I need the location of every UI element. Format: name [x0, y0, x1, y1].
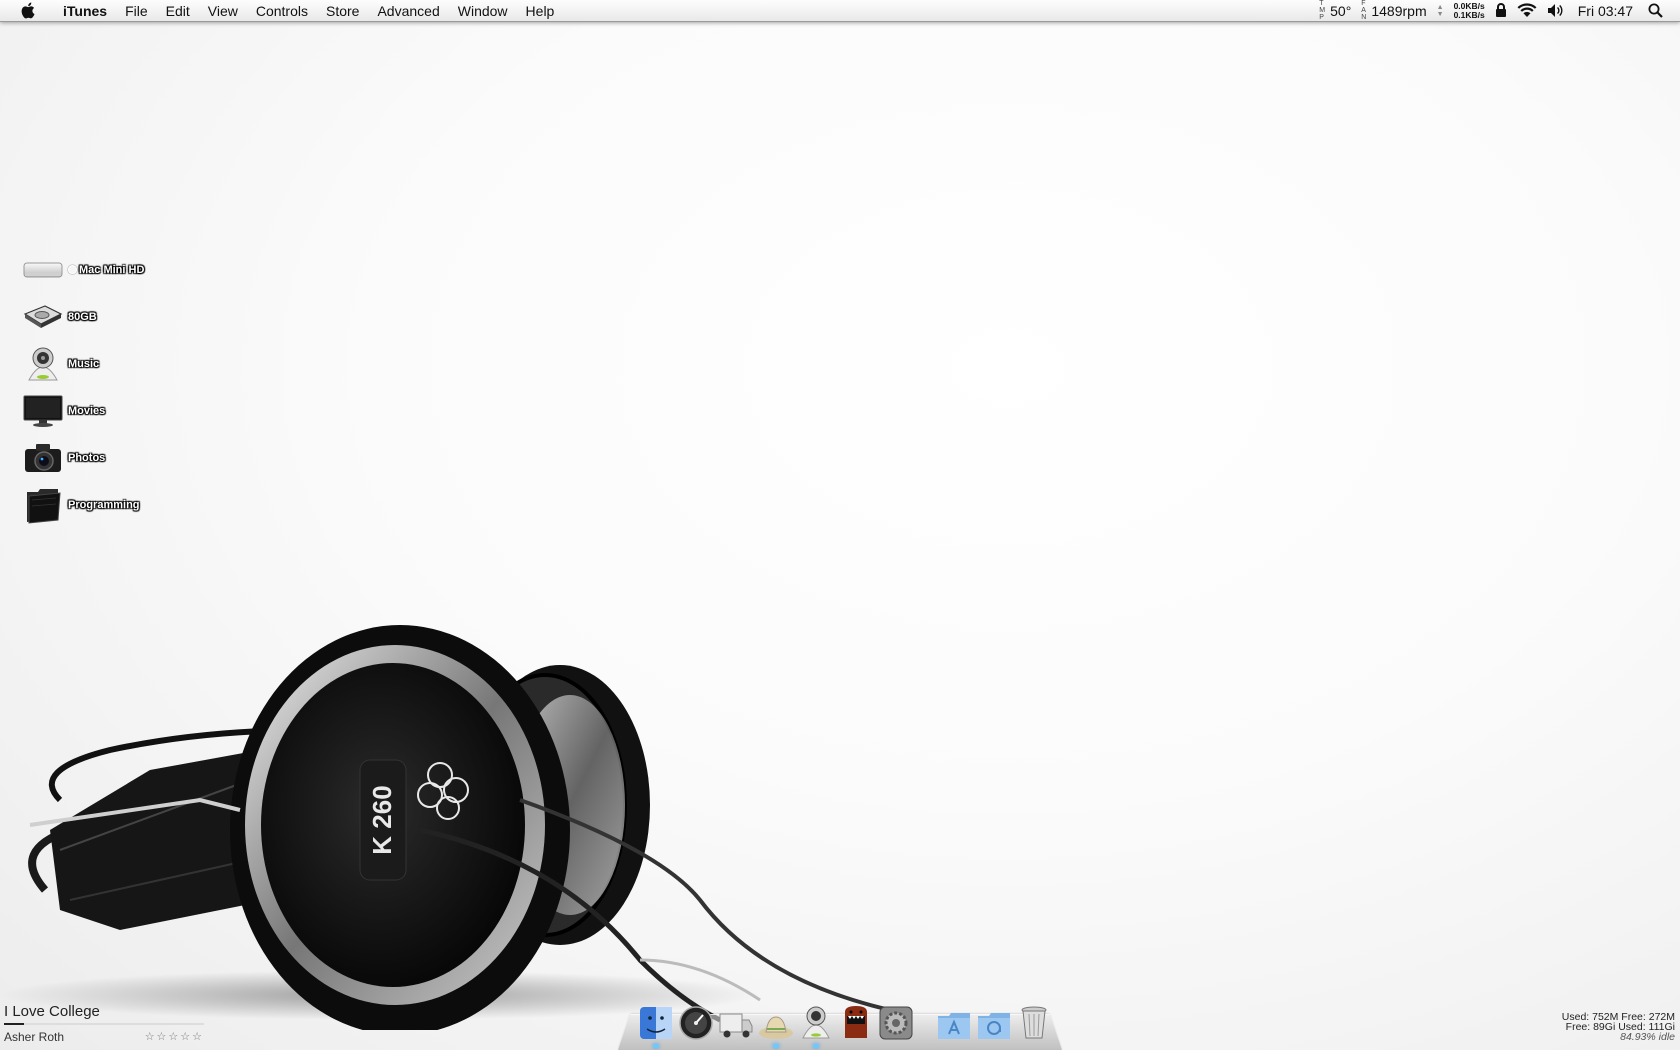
desktop-item-80gb[interactable]: 80GB — [22, 296, 242, 338]
camera-icon — [25, 444, 61, 472]
transmit-truck-icon — [719, 1013, 753, 1038]
net-up-readout: 0.1KB/s — [1453, 9, 1485, 20]
desktop-item-photos[interactable]: Photos — [22, 437, 242, 479]
dock-item-finder[interactable] — [638, 1000, 674, 1048]
hard-drive-icon — [23, 305, 63, 328]
running-indicator — [773, 1044, 779, 1048]
rating-stars[interactable]: ☆☆☆☆☆ — [145, 1030, 204, 1044]
itunes-speaker-icon — [802, 1006, 830, 1039]
folder-icon — [27, 489, 61, 524]
svg-text:K 260: K 260 — [367, 785, 397, 854]
lock-icon[interactable] — [1495, 3, 1507, 18]
desktop-item-mac-mini-hd[interactable]: Mac Mini HD — [22, 249, 242, 291]
fan-label: F A N — [1361, 0, 1367, 21]
menu-window[interactable]: Window — [449, 3, 517, 19]
safari-hat-icon — [759, 1016, 793, 1039]
system-stats-widget: Used: 752M Free: 272M Free: 89Gi Used: 1… — [1562, 1012, 1675, 1043]
menu-advanced[interactable]: Advanced — [368, 3, 448, 19]
menu-view[interactable]: View — [199, 3, 247, 19]
menu-app-itunes[interactable]: iTunes — [54, 3, 116, 19]
apple-small-icon — [68, 265, 77, 274]
music-speaker-icon — [28, 347, 58, 381]
system-preferences-icon — [879, 1006, 913, 1040]
running-indicator — [813, 1044, 819, 1048]
dock-item-trash[interactable] — [1016, 1000, 1052, 1040]
apple-menu[interactable] — [0, 2, 54, 19]
desktop-item-label: Music — [68, 358, 100, 370]
dock-item-safari[interactable] — [758, 1000, 794, 1048]
temperature-readout[interactable]: 50° — [1330, 3, 1351, 19]
dock-item-documents-folder[interactable] — [976, 1000, 1012, 1040]
network-monitor[interactable]: 0.0KB/s 0.1KB/s — [1453, 1, 1485, 20]
monitor-icon — [23, 395, 63, 427]
dock — [636, 996, 1054, 1048]
cpu-idle-stats: 84.93% idle — [1620, 1031, 1675, 1043]
running-indicator — [653, 1044, 659, 1048]
desktop-item-label: 80GB — [68, 311, 97, 323]
temp-label: T M P — [1319, 0, 1326, 21]
wallpaper-headphones-image: K 260 — [0, 625, 891, 1030]
status-menus: T M P 50° F A N 1489rpm ▲ ▼ 0.0KB/s 0.1KB… — [1314, 0, 1680, 22]
dock-item-dashboard[interactable] — [678, 1000, 714, 1040]
desktop-item-label: Photos — [68, 452, 106, 464]
fan-speed-readout[interactable]: 1489rpm — [1371, 3, 1426, 19]
mac-mini-drive-icon — [23, 262, 63, 278]
network-arrows-icon: ▲ ▼ — [1436, 3, 1444, 18]
desktop-item-movies[interactable]: Movies — [22, 390, 242, 432]
documents-folder-icon — [978, 1013, 1010, 1039]
dock-item-applications-folder[interactable] — [936, 1000, 972, 1040]
track-progress-bar[interactable] — [4, 1023, 204, 1025]
desktop-item-label: Mac Mini HD — [68, 264, 144, 276]
menu-clock[interactable]: Fri 03:47 — [1578, 3, 1633, 19]
volume-icon[interactable] — [1547, 3, 1565, 18]
menu-edit[interactable]: Edit — [157, 3, 199, 19]
desktop-item-label: Movies — [68, 405, 106, 417]
menu-file[interactable]: File — [116, 3, 157, 19]
wifi-icon[interactable] — [1517, 3, 1537, 18]
menu-store[interactable]: Store — [317, 3, 368, 19]
menu-bar: iTunes File Edit View Controls Store Adv… — [0, 0, 1680, 22]
dashboard-icon — [679, 1006, 713, 1040]
track-progress-fill — [4, 1023, 24, 1025]
desktop-item-label: Programming — [68, 499, 140, 511]
spotlight-icon[interactable] — [1648, 3, 1663, 18]
menu-help[interactable]: Help — [517, 3, 564, 19]
domo-icon — [845, 1006, 867, 1038]
dock-item-itunes[interactable] — [798, 1000, 834, 1048]
finder-icon — [640, 1007, 672, 1039]
desktop-item-music[interactable]: Music — [22, 343, 242, 385]
desktop-item-programming[interactable]: Programming — [22, 484, 242, 526]
dock-item-system-preferences[interactable] — [878, 1000, 914, 1040]
dock-item-domo[interactable] — [838, 1000, 874, 1040]
trash-icon — [1021, 1006, 1047, 1039]
dock-item-transmit[interactable] — [718, 1000, 754, 1040]
menu-controls[interactable]: Controls — [247, 3, 317, 19]
track-artist: Asher Roth — [4, 1030, 65, 1044]
applications-folder-icon — [938, 1013, 970, 1039]
apple-icon — [21, 2, 34, 19]
track-title: I Love College — [4, 1003, 100, 1020]
now-playing-widget[interactable]: I Love College Asher Roth ☆☆☆☆☆ — [4, 1003, 204, 1044]
